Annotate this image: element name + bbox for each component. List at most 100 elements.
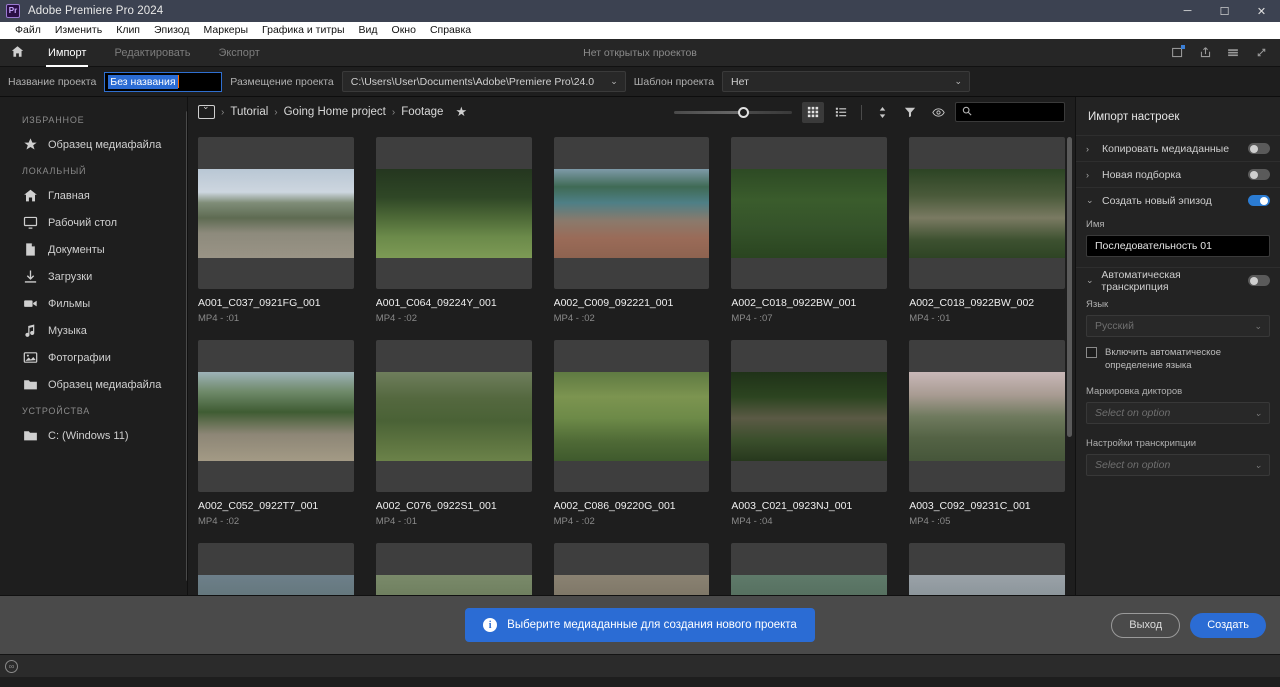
- tab-импорт[interactable]: Импорт: [34, 39, 100, 67]
- media-item[interactable]: A002_C076_0922S1_001 MP4 - :01: [375, 340, 532, 527]
- media-item[interactable]: A003_C021_0923NJ_001 MP4 - :04: [731, 340, 888, 527]
- maximize-button[interactable]: ☐: [1206, 0, 1243, 22]
- media-thumbnail[interactable]: [375, 137, 532, 289]
- menu-item-3[interactable]: Эпизод: [147, 22, 197, 39]
- thumbnail-image: [731, 168, 888, 258]
- sequence-name-input[interactable]: Последовательность 01: [1086, 235, 1270, 257]
- media-thumbnail[interactable]: [731, 137, 888, 289]
- minimize-button[interactable]: ─: [1169, 0, 1206, 22]
- sidebar-item-2-0[interactable]: C: (Windows 11): [0, 422, 187, 449]
- menu-item-6[interactable]: Вид: [352, 22, 385, 39]
- sidebar-item-1-3[interactable]: Загрузки: [0, 263, 187, 290]
- menu-item-8[interactable]: Справка: [423, 22, 478, 39]
- sort-icon[interactable]: [871, 102, 893, 123]
- sidebar-item-1-5[interactable]: Музыка: [0, 317, 187, 344]
- fullscreen-icon[interactable]: [1248, 40, 1274, 66]
- breadcrumb-part-2[interactable]: Footage: [401, 106, 443, 118]
- search-input[interactable]: [955, 102, 1065, 122]
- project-template-dropdown[interactable]: Нет ⌄: [722, 71, 971, 92]
- breadcrumb-separator: ›: [221, 106, 225, 118]
- setting-row-new-sequence[interactable]: ⌄ Создать новый эпизод: [1076, 187, 1280, 213]
- autodetect-language-row[interactable]: Включить автоматическое определение язык…: [1086, 346, 1270, 372]
- media-thumbnail[interactable]: [553, 137, 710, 289]
- media-thumbnail[interactable]: [909, 340, 1065, 492]
- tab-экспорт[interactable]: Экспорт: [204, 39, 273, 67]
- grid-view-icon[interactable]: [802, 101, 824, 123]
- folder-icon: [22, 377, 38, 393]
- copy-media-toggle[interactable]: [1248, 143, 1270, 154]
- media-thumbnail[interactable]: [198, 340, 354, 492]
- close-button[interactable]: ✕: [1243, 0, 1280, 22]
- sidebar-item-1-2[interactable]: Документы: [0, 236, 187, 263]
- media-item[interactable]: [731, 543, 888, 595]
- setting-row-auto-transcription[interactable]: ⌄ Автоматическая транскрипция: [1076, 267, 1280, 293]
- menu-item-5[interactable]: Графика и титры: [255, 22, 352, 39]
- media-thumbnail[interactable]: [731, 543, 888, 595]
- sidebar-item-1-7[interactable]: Образец медиафайла: [0, 371, 187, 398]
- setting-row-new-bin[interactable]: › Новая подборка: [1076, 161, 1280, 187]
- thumbnail-size-slider[interactable]: [674, 102, 792, 122]
- media-item[interactable]: A002_C018_0922BW_002 MP4 - :01: [909, 137, 1065, 324]
- footer-strip: [0, 677, 1280, 687]
- home-icon[interactable]: [0, 45, 34, 61]
- folder-dropdown-icon[interactable]: [198, 101, 215, 119]
- media-item[interactable]: A001_C064_09224Y_001 MP4 - :02: [375, 137, 532, 324]
- language-select[interactable]: Русский ⌄: [1086, 315, 1270, 337]
- share-icon[interactable]: [1192, 40, 1218, 66]
- setting-row-copy-media[interactable]: › Копировать медиаданные: [1076, 135, 1280, 161]
- media-thumbnail[interactable]: [909, 543, 1065, 595]
- menu-item-1[interactable]: Изменить: [48, 22, 109, 39]
- sidebar-item-1-1[interactable]: Рабочий стол: [0, 209, 187, 236]
- tab-редактировать[interactable]: Редактировать: [100, 39, 204, 67]
- speaker-labeling-select[interactable]: Select on option ⌄: [1086, 402, 1270, 424]
- media-item[interactable]: A002_C086_09220G_001 MP4 - :02: [553, 340, 710, 527]
- filter-icon[interactable]: [899, 102, 921, 123]
- media-thumbnail[interactable]: [553, 543, 710, 595]
- media-thumbnail[interactable]: [198, 543, 354, 595]
- media-item[interactable]: [198, 543, 354, 595]
- media-item[interactable]: A002_C018_0922BW_001 MP4 - :07: [731, 137, 888, 324]
- menu-item-4[interactable]: Маркеры: [197, 22, 255, 39]
- media-thumbnail[interactable]: [553, 340, 710, 492]
- breadcrumb-part-0[interactable]: Tutorial: [230, 106, 268, 118]
- autodetect-language-checkbox[interactable]: [1086, 347, 1097, 358]
- media-item[interactable]: A002_C009_092221_001 MP4 - :02: [553, 137, 710, 324]
- create-button[interactable]: Создать: [1190, 612, 1266, 638]
- sidebar-item-1-0[interactable]: Главная: [0, 182, 187, 209]
- cancel-button[interactable]: Выход: [1111, 612, 1181, 638]
- media-item[interactable]: [375, 543, 532, 595]
- favorite-star-icon[interactable]: ★: [455, 104, 467, 120]
- menu-item-7[interactable]: Окно: [385, 22, 423, 39]
- sidebar-item-1-6[interactable]: Фотографии: [0, 344, 187, 371]
- sidebar-item-1-4[interactable]: Фильмы: [0, 290, 187, 317]
- breadcrumb-separator: ›: [274, 106, 278, 118]
- slider-knob[interactable]: [738, 106, 749, 118]
- media-thumbnail[interactable]: [375, 543, 532, 595]
- layers-icon[interactable]: [1220, 40, 1246, 66]
- media-thumbnail[interactable]: [198, 137, 354, 289]
- list-view-icon[interactable]: [830, 102, 852, 123]
- creative-cloud-icon[interactable]: ∞: [5, 659, 18, 673]
- media-item[interactable]: [909, 543, 1065, 595]
- menu-item-2[interactable]: Клип: [109, 22, 147, 39]
- breadcrumb-part-1[interactable]: Going Home project: [284, 106, 386, 118]
- media-item[interactable]: [553, 543, 710, 595]
- transcription-settings-select[interactable]: Select on option ⌄: [1086, 454, 1270, 476]
- new-bin-toggle[interactable]: [1248, 169, 1270, 180]
- grid-scrollbar[interactable]: [1067, 137, 1072, 437]
- project-location-dropdown[interactable]: C:\Users\User\Documents\Adobe\Premiere P…: [341, 71, 626, 92]
- new-sequence-toggle[interactable]: [1248, 195, 1270, 206]
- media-thumbnail[interactable]: [909, 137, 1065, 289]
- menu-item-0[interactable]: Файл: [8, 22, 48, 39]
- sidebar-item-0-0[interactable]: Образец медиафайла: [0, 131, 187, 158]
- new-project-icon[interactable]: [1164, 40, 1190, 66]
- media-item[interactable]: A002_C052_0922T7_001 MP4 - :02: [198, 340, 354, 527]
- media-item[interactable]: A003_C092_09231C_001 MP4 - :05: [909, 340, 1065, 527]
- media-item[interactable]: A001_C037_0921FG_001 MP4 - :01: [198, 137, 354, 324]
- media-thumbnail[interactable]: [375, 340, 532, 492]
- project-name-input[interactable]: Без названия: [104, 71, 223, 92]
- eye-icon[interactable]: [927, 102, 949, 123]
- auto-transcription-toggle[interactable]: [1248, 275, 1270, 286]
- media-thumbnail[interactable]: [731, 340, 888, 492]
- speaker-labeling-value: Select on option: [1095, 407, 1171, 419]
